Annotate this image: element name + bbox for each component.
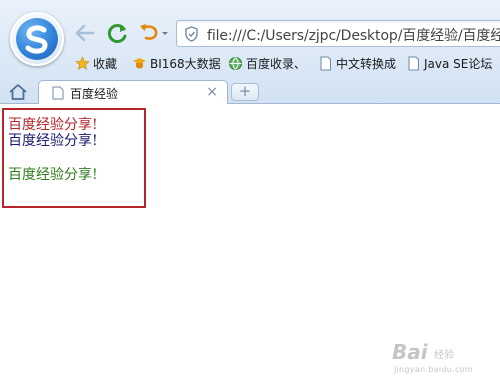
tab-bar: 百度经验 × + <box>0 78 500 105</box>
star-icon <box>75 56 90 70</box>
bookmark-baidu-index[interactable]: 百度收录、 <box>228 55 306 72</box>
browser-chrome: file:///C:/Users/zjpc/Desktop/百度经验/百度经 收… <box>0 0 500 105</box>
tab-baidu-jingyan[interactable]: 百度经验 × <box>38 80 228 105</box>
bookmark-chinese-convert[interactable]: 中文转换成 <box>318 55 396 72</box>
refresh-button[interactable] <box>106 22 130 44</box>
page-icon <box>408 56 419 71</box>
page-icon <box>320 56 331 71</box>
logo-s-icon <box>16 18 58 60</box>
back-button[interactable] <box>73 22 97 44</box>
bookmark-bi168[interactable]: BI168大数据 <box>132 55 221 72</box>
bookmark-label: BI168大数据 <box>150 57 221 71</box>
page-icon <box>52 86 64 100</box>
watermark-logo: Bai <box>392 340 428 364</box>
home-icon <box>9 84 27 100</box>
baidu-jingyan-watermark: Bai 经验 jingyan.baidu.com <box>392 340 492 376</box>
globe-icon <box>229 57 242 70</box>
url-text[interactable]: file:///C:/Users/zjpc/Desktop/百度经验/百度经 <box>207 25 500 45</box>
new-tab-button[interactable]: + <box>231 83 259 101</box>
watermark-url: jingyan.baidu.com <box>394 365 473 374</box>
home-button[interactable] <box>8 83 28 101</box>
bookmark-favorites[interactable]: 收藏 <box>75 55 117 72</box>
tab-title: 百度经验 <box>70 87 119 101</box>
undo-arrow-icon <box>140 24 168 40</box>
close-tab-icon[interactable]: × <box>206 84 218 100</box>
bookmarks-bar: 收藏 BI168大数据 百度收录、 中文转换成 Java SE论坛 <box>70 52 500 74</box>
hat-icon <box>133 58 146 69</box>
text-line-navy: 百度经验分享! <box>8 133 98 149</box>
address-bar[interactable]: file:///C:/Users/zjpc/Desktop/百度经验/百度经 <box>176 20 500 47</box>
back-arrow-icon <box>75 24 95 42</box>
bookmark-label: 中文转换成 <box>336 57 397 71</box>
refresh-icon <box>107 24 127 43</box>
sogou-browser-logo[interactable] <box>10 12 64 66</box>
text-line-green: 百度经验分享! <box>8 167 98 183</box>
undo-close-tab-button[interactable] <box>137 22 168 44</box>
bookmark-label: 收藏 <box>93 57 118 71</box>
shield-icon[interactable] <box>184 26 199 42</box>
watermark-sub: 经验 <box>434 350 454 361</box>
text-line-red: 百度经验分享! <box>8 117 98 133</box>
bookmark-label: 百度收录、 <box>246 57 307 71</box>
bookmark-label: Java SE论坛 <box>424 57 493 71</box>
bookmark-java-se-forum[interactable]: Java SE论坛 <box>406 55 492 72</box>
